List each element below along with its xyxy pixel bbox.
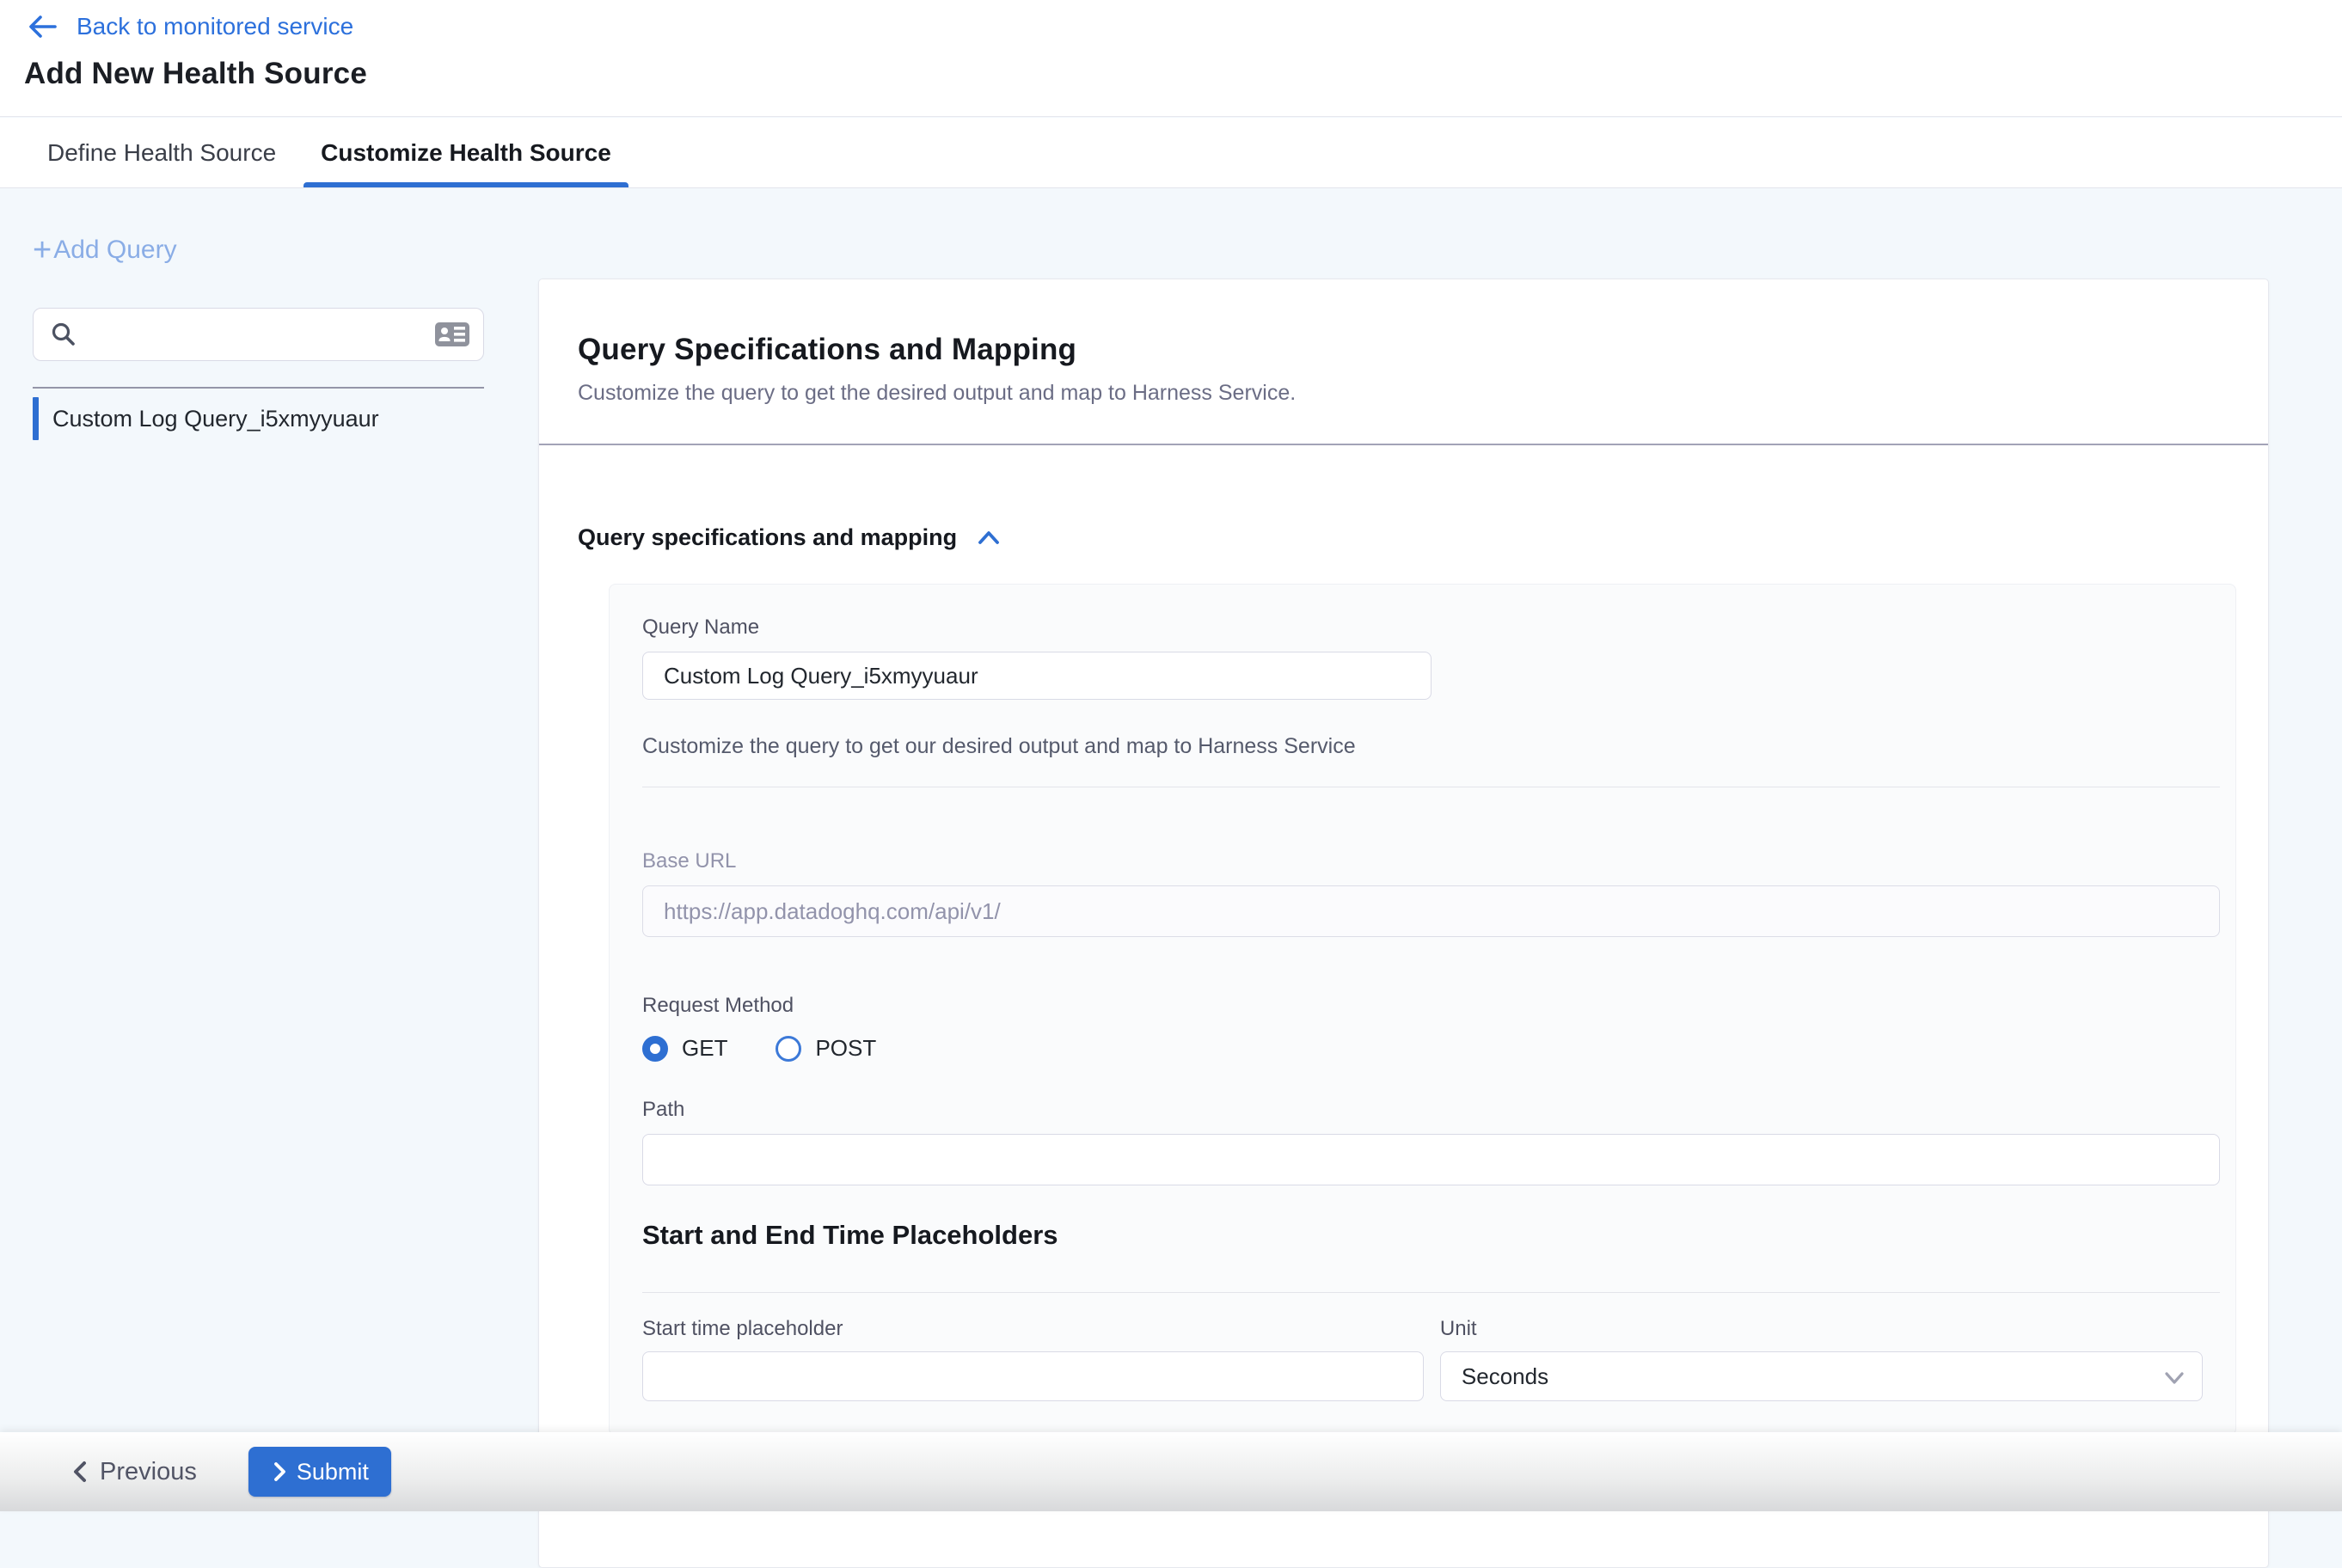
content-area: + Add Query Custom Log Query_i5xmyyuaur (0, 188, 2342, 1511)
placeholders-labels-row: Start time placeholder Unit (642, 1317, 2203, 1341)
form-card: Query Name Customize the query to get ou… (609, 584, 2236, 1436)
unit-select-value: Seconds (1462, 1363, 1548, 1390)
tab-define-health-source[interactable]: Define Health Source (30, 118, 293, 187)
placeholders-heading: Start and End Time Placeholders (642, 1220, 2203, 1251)
tab-bar: Define Health Source Customize Health So… (0, 118, 2342, 188)
query-name-label: Query Name (642, 616, 2203, 640)
radio-get-label: GET (682, 1035, 727, 1062)
section-header-label: Query specifications and mapping (578, 524, 957, 551)
query-selected-indicator (33, 397, 39, 440)
query-sidebar: + Add Query Custom Log Query_i5xmyyuaur (33, 188, 484, 442)
tab-customize-health-source[interactable]: Customize Health Source (303, 118, 628, 187)
query-search (33, 308, 484, 361)
back-link[interactable]: Back to monitored service (27, 12, 353, 41)
start-time-input[interactable] (642, 1351, 1424, 1401)
request-method-label: Request Method (642, 994, 2203, 1018)
panel-subtitle: Customize the query to get the desired o… (578, 381, 2229, 406)
add-query-button[interactable]: + Add Query (33, 237, 484, 263)
panel-divider (539, 444, 2268, 445)
chevron-left-icon (71, 1459, 89, 1485)
previous-label: Previous (100, 1458, 197, 1486)
panel-header: Query Specifications and Mapping Customi… (539, 279, 2268, 406)
radio-post-label: POST (815, 1035, 876, 1062)
submit-button[interactable]: Submit (248, 1447, 391, 1497)
radio-get[interactable]: GET (642, 1035, 727, 1062)
chevron-down-icon (2162, 1367, 2186, 1392)
start-time-label: Start time placeholder (642, 1317, 1424, 1341)
app-root: Back to monitored service Add New Health… (0, 0, 2342, 1511)
placeholders-divider (642, 1292, 2220, 1293)
unit-select[interactable]: Seconds (1440, 1351, 2203, 1401)
add-query-label: Add Query (53, 237, 176, 263)
search-icon (50, 321, 77, 352)
chevron-right-icon (271, 1460, 288, 1484)
placeholders-inputs-row: Seconds (642, 1351, 2203, 1401)
base-url-label: Base URL (642, 849, 2203, 873)
back-link-label: Back to monitored service (77, 12, 353, 41)
query-name-input[interactable] (642, 652, 1432, 700)
query-item-label: Custom Log Query_i5xmyyuaur (52, 406, 379, 432)
query-name-helper: Customize the query to get our desired o… (642, 734, 2203, 759)
base-url-input (642, 885, 2220, 937)
query-list-item[interactable]: Custom Log Query_i5xmyyuaur (33, 395, 484, 442)
submit-label: Submit (297, 1459, 369, 1485)
chevron-up-icon (976, 528, 1002, 548)
unit-label: Unit (1440, 1317, 2203, 1341)
section-toggle[interactable]: Query specifications and mapping (578, 524, 1002, 551)
footer-bar: Previous Submit (0, 1432, 2342, 1511)
top-header: Back to monitored service Add New Health… (0, 0, 2342, 117)
search-input[interactable] (33, 308, 484, 361)
path-input[interactable] (642, 1134, 2220, 1185)
previous-button[interactable]: Previous (71, 1458, 197, 1486)
request-method-group: GET POST (642, 1035, 2203, 1062)
back-arrow-icon (27, 12, 58, 41)
query-list-toggle-icon[interactable] (434, 321, 470, 352)
panel-body: Query specifications and mapping Query N… (539, 524, 2268, 1436)
sidebar-divider (33, 387, 484, 389)
page-title: Add New Health Source (24, 57, 367, 91)
main-panel: Query Specifications and Mapping Customi… (538, 279, 2269, 1568)
path-label: Path (642, 1098, 2203, 1122)
panel-title: Query Specifications and Mapping (578, 333, 2229, 367)
radio-get-circle (642, 1036, 668, 1062)
plus-icon: + (33, 237, 52, 263)
radio-post-circle (776, 1036, 801, 1062)
radio-post[interactable]: POST (776, 1035, 876, 1062)
